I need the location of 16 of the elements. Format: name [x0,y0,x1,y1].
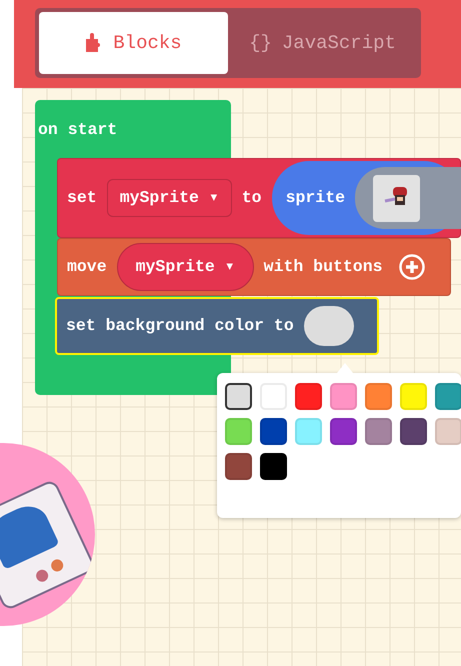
add-icon[interactable] [398,254,424,280]
block-label: set background color to [66,314,294,337]
color-swatch[interactable] [225,383,252,410]
block-label: set [67,186,97,209]
block-label: to [242,186,262,209]
block-label: move [67,256,107,278]
block-label: on start [38,119,118,141]
editor-tab[interactable]: Blocks [39,12,228,74]
editor-tab[interactable]: {} JavaScript [228,12,417,74]
block-label: with buttons [264,256,382,278]
color-value-field[interactable] [304,306,354,346]
sprite-image-field[interactable] [355,167,461,229]
braces-icon: {} [249,28,272,58]
variable-dropdown[interactable]: mySprite ▾ [116,242,254,292]
variable-dropdown[interactable]: mySprite ▾ [106,178,232,218]
block-label: sprite [286,186,346,209]
